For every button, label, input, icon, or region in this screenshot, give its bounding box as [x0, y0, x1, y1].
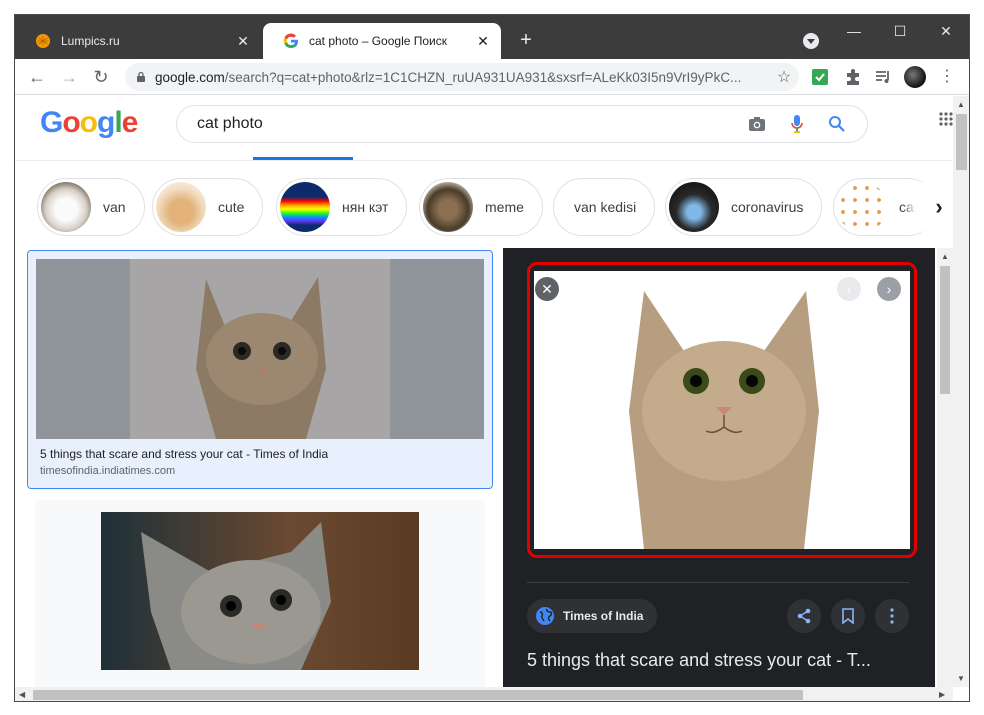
close-tab-icon[interactable]: ✕ [235, 33, 251, 50]
google-logo[interactable]: Google [40, 106, 138, 140]
chrome-menu-icon[interactable]: ⋮ [939, 67, 955, 87]
chip-thumbnail [669, 182, 719, 232]
more-vert-icon [890, 608, 894, 624]
chip-label: van [103, 199, 126, 215]
minimize-icon[interactable]: — [831, 19, 877, 43]
image-result-selected[interactable]: 5 things that scare and stress your cat … [27, 250, 493, 489]
header-divider [15, 160, 953, 161]
close-tab-icon[interactable]: ✕ [475, 33, 491, 50]
result-thumbnail [101, 512, 419, 670]
page-horizontal-scrollbar[interactable]: ◀ ▶ [15, 687, 953, 701]
previous-image-chevron-icon[interactable]: ‹ [837, 277, 861, 301]
source-chip[interactable]: Times of India [527, 599, 658, 633]
checkmark-extension-icon[interactable] [810, 67, 830, 87]
highlighted-preview-frame [527, 262, 917, 558]
related-chip[interactable]: coronavirus [665, 178, 823, 236]
image-preview-panel: ✕ ‹ › Times of India 5 things that scare… [503, 248, 935, 687]
share-icon [797, 608, 811, 624]
horizontal-scroll-thumb[interactable] [33, 690, 803, 700]
tab-title: Lumpics.ru [61, 34, 120, 48]
result-caption: 5 things that scare and stress your cat … [40, 447, 329, 461]
more-options-button[interactable] [875, 599, 909, 633]
related-chip[interactable]: van [37, 178, 145, 236]
maximize-icon[interactable]: ☐ [877, 19, 923, 43]
reload-icon[interactable]: ↻ [89, 65, 113, 89]
browser-toolbar: ← → ↻ google.com/search?q=cat+photo&rlz=… [15, 59, 969, 95]
close-preview-icon[interactable]: ✕ [535, 277, 559, 301]
share-button[interactable] [787, 599, 821, 633]
chip-thumbnail [837, 182, 887, 232]
preview-title[interactable]: 5 things that scare and stress your cat … [527, 650, 917, 671]
next-image-chevron-icon[interactable]: › [877, 277, 901, 301]
browser-window: Lumpics.ru ✕ cat photo – Google Поиск ✕ … [14, 14, 970, 702]
source-name: Times of India [563, 609, 644, 623]
tab-search-icon[interactable] [803, 33, 819, 49]
chip-thumbnail [280, 182, 330, 232]
globe-icon [536, 607, 554, 625]
image-result[interactable] [35, 500, 485, 687]
extensions-puzzle-icon[interactable] [843, 67, 863, 87]
url-path: /search?q=cat+photo&rlz=1C1CHZN_ruUA931U… [224, 69, 742, 85]
chip-thumbnail [423, 182, 473, 232]
tab-lumpics[interactable]: Lumpics.ru ✕ [15, 23, 261, 59]
related-chip[interactable]: нян кэт [276, 178, 408, 236]
scroll-right-arrow-icon[interactable]: ▶ [939, 690, 945, 699]
related-chip[interactable]: meme [419, 178, 543, 236]
panel-divider [527, 582, 909, 583]
chip-label: нян кэт [342, 199, 389, 215]
url-text: google.com/search?q=cat+photo&rlz=1C1CHZ… [155, 70, 769, 85]
chip-thumbnail [156, 182, 206, 232]
tab-strip: Lumpics.ru ✕ cat photo – Google Поиск ✕ … [15, 15, 969, 59]
result-thumbnail [36, 259, 484, 439]
preview-image[interactable] [534, 271, 910, 549]
search-input[interactable] [197, 115, 737, 133]
chip-label: cute [218, 199, 245, 215]
google-images-page: Google van [15, 96, 953, 687]
media-control-icon[interactable] [873, 67, 893, 87]
panel-scroll-thumb[interactable] [940, 266, 950, 394]
related-chip[interactable]: cute [152, 178, 264, 236]
url-host: google.com [155, 69, 225, 85]
scroll-left-arrow-icon[interactable]: ◀ [19, 690, 25, 699]
google-favicon-icon [283, 33, 298, 49]
tab-google-search[interactable]: cat photo – Google Поиск ✕ [263, 23, 501, 59]
apps-grid-icon[interactable] [939, 112, 953, 126]
back-icon[interactable]: ← [25, 65, 49, 89]
address-bar[interactable]: google.com/search?q=cat+photo&rlz=1C1CHZ… [125, 63, 799, 91]
save-button[interactable] [831, 599, 865, 633]
scroll-down-arrow-icon[interactable]: ▼ [957, 674, 965, 683]
chip-label: coronavirus [731, 199, 804, 215]
microphone-icon[interactable] [777, 112, 817, 136]
related-searches-bar: van cute нян кэт meme van kedisi coronav… [15, 178, 953, 236]
bookmark-star-icon[interactable]: ☆ [769, 67, 799, 87]
lumpics-favicon-icon [36, 34, 50, 48]
panel-scrollbar[interactable]: ▲ [937, 248, 953, 687]
profile-avatar[interactable] [904, 66, 926, 88]
chips-next-chevron-icon[interactable]: › [915, 178, 953, 236]
close-window-icon[interactable]: ✕ [923, 19, 969, 43]
chip-label: meme [485, 199, 524, 215]
bookmark-icon [842, 608, 854, 624]
search-box[interactable] [176, 105, 868, 143]
chip-label: van kedisi [574, 199, 637, 215]
vertical-scroll-thumb[interactable] [956, 114, 967, 170]
forward-icon[interactable]: → [57, 65, 81, 89]
result-site: timesofindia.indiatimes.com [40, 465, 176, 477]
scroll-up-arrow-icon[interactable]: ▲ [941, 252, 949, 261]
tab-title: cat photo – Google Поиск [309, 34, 447, 48]
camera-search-icon[interactable] [737, 112, 777, 136]
new-tab-button[interactable]: + [515, 29, 537, 51]
page-vertical-scrollbar[interactable]: ▲ ▼ [953, 96, 969, 687]
related-chip[interactable]: van kedisi [553, 178, 656, 236]
lock-icon [137, 71, 145, 82]
scroll-up-arrow-icon[interactable]: ▲ [957, 100, 965, 109]
search-icon[interactable] [817, 112, 857, 136]
chip-thumbnail [41, 182, 91, 232]
